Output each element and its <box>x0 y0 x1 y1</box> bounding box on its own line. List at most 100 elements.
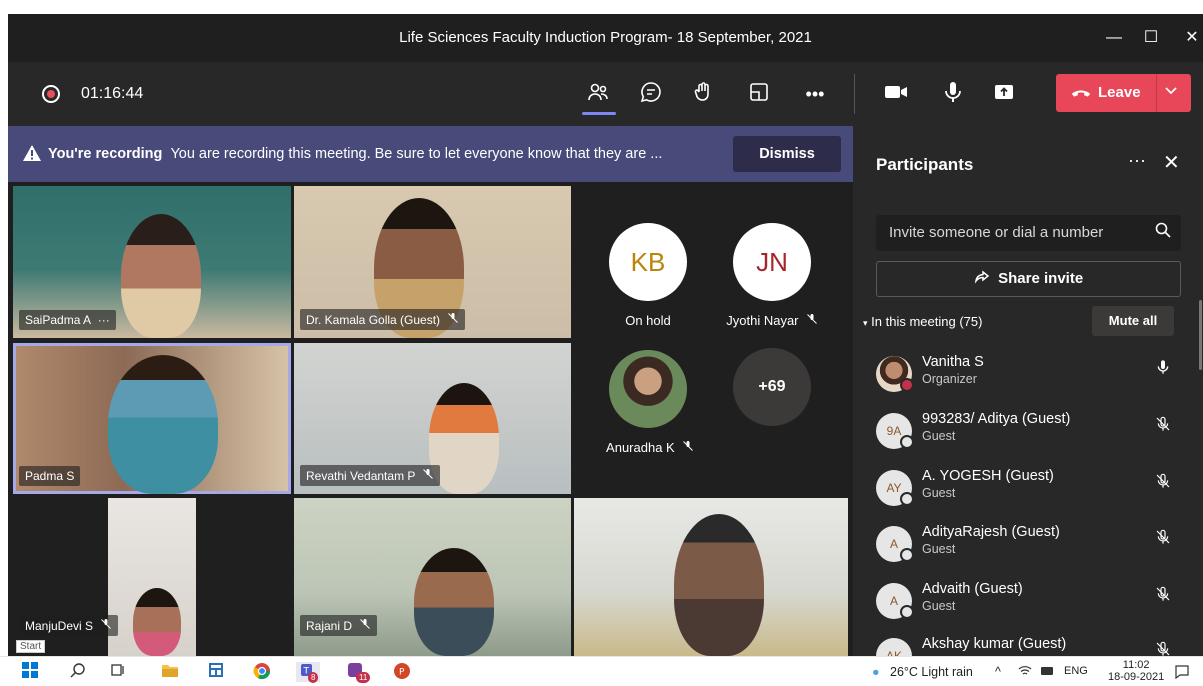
recording-banner: You're recording You are recording this … <box>8 126 853 182</box>
chevron-down-icon[interactable] <box>1164 83 1178 100</box>
participant-role: Guest <box>922 599 956 613</box>
status-icon <box>900 435 914 449</box>
chrome-icon[interactable] <box>252 662 272 682</box>
participant-name: AdityaRajesh (Guest) <box>922 524 1060 540</box>
weather-icon: ● <box>872 665 880 679</box>
mic-muted-icon <box>1155 415 1171 438</box>
keyboard-icon[interactable] <box>1040 665 1054 679</box>
raise-hand-icon[interactable] <box>690 80 718 108</box>
recording-message: You're recording You are recording this … <box>48 146 662 162</box>
language-indicator[interactable]: ENG <box>1064 665 1088 677</box>
breakout-rooms-icon[interactable] <box>745 80 773 108</box>
avatar[interactable]: JN <box>733 223 811 301</box>
windows-start-icon[interactable] <box>20 662 40 682</box>
leave-label: Leave <box>1098 84 1141 101</box>
mic-muted-icon <box>1155 528 1171 551</box>
participant-name: Advaith (Guest) <box>922 581 1023 597</box>
status-icon <box>900 492 914 506</box>
tile-name: Rajani D <box>300 615 377 636</box>
leave-button[interactable]: Leave <box>1056 74 1191 112</box>
mute-all-button[interactable]: Mute all <box>1092 306 1174 336</box>
teams-icon[interactable]: T 8 <box>296 662 320 683</box>
clock[interactable]: 11:02 18-09-2021 <box>1108 659 1164 683</box>
tray-chevron-up-icon[interactable]: ^ <box>995 665 1001 679</box>
status-icon <box>900 605 914 619</box>
share-invite-label: Share invite <box>998 270 1084 287</box>
avatar[interactable]: KB <box>609 223 687 301</box>
chat-icon[interactable] <box>637 80 665 108</box>
maximize-button[interactable]: ☐ <box>1137 24 1165 52</box>
minimize-button[interactable]: — <box>1100 24 1128 52</box>
participant-row[interactable]: AK Akshay kumar (Guest) <box>853 630 1193 656</box>
participants-icon[interactable] <box>584 80 612 108</box>
participant-row[interactable]: A Advaith (Guest) Guest <box>853 575 1193 631</box>
powerpoint-icon[interactable]: P <box>392 662 412 682</box>
video-tile-active-speaker[interactable]: Padma S <box>13 343 291 494</box>
share-tray-icon[interactable] <box>990 80 1018 108</box>
participant-face <box>133 588 181 656</box>
microphone-icon[interactable] <box>939 80 967 108</box>
search-icon[interactable] <box>68 662 88 682</box>
more-options-button[interactable]: ••• <box>801 80 829 108</box>
status-icon <box>900 378 914 392</box>
weather-text[interactable]: 26°C Light rain <box>890 665 973 679</box>
dismiss-button[interactable]: Dismiss <box>733 136 841 172</box>
task-view-icon[interactable] <box>108 662 128 682</box>
video-tile[interactable]: ManjuDevi S <box>13 498 291 656</box>
participant-video <box>414 548 494 656</box>
panel-title: Participants <box>876 155 974 174</box>
participant-role: Guest <box>922 542 956 556</box>
status-icon <box>900 548 914 562</box>
windows-taskbar: T 8 11 P ● 26°C Light rain ^ ENG 11:02 1… <box>0 656 1203 686</box>
participant-role: Guest <box>922 486 956 500</box>
tile-name: ManjuDevi S <box>19 615 118 636</box>
camera-icon[interactable] <box>882 80 910 108</box>
panel-more-button[interactable]: ··· <box>1128 150 1146 171</box>
close-window-button[interactable]: ✕ <box>1178 24 1203 52</box>
participant-row[interactable]: Vanitha S Organizer <box>853 348 1193 404</box>
active-tab-indicator <box>582 112 616 115</box>
clock-date: 18-09-2021 <box>1108 671 1165 683</box>
hang-up-icon <box>1070 82 1092 109</box>
wifi-icon[interactable] <box>1018 665 1032 680</box>
video-tile[interactable]: Revathi Vedantam P <box>294 343 571 494</box>
tile-name: SaiPadma A ··· <box>19 310 116 330</box>
participant-name: Akshay kumar (Guest) <box>922 636 1067 652</box>
video-tile[interactable]: Dr. Kamala Golla (Guest) <box>294 186 571 338</box>
participant-row[interactable]: AY A. YOGESH (Guest) Guest <box>853 462 1193 518</box>
panel-scrollbar[interactable] <box>1199 300 1202 370</box>
video-tile[interactable]: SaiPadma A ··· <box>13 186 291 338</box>
mic-muted-icon <box>359 619 370 629</box>
overflow-participants-button[interactable]: +69 <box>733 348 811 426</box>
recording-indicator-icon <box>42 85 60 103</box>
in-meeting-section-header[interactable]: ▾ In this meeting (75) <box>863 314 982 329</box>
microphone-icon <box>1155 358 1171 381</box>
window-title: Life Sciences Faculty Induction Program-… <box>399 29 812 46</box>
mic-muted-icon <box>806 314 817 324</box>
mic-muted-icon <box>683 441 693 451</box>
clock-time: 11:02 <box>1122 659 1150 671</box>
app-icon[interactable]: 11 <box>346 662 371 683</box>
participant-row[interactable]: 9A 993283/ Aditya (Guest) Guest <box>853 405 1193 461</box>
video-tile[interactable]: Rajani D <box>294 498 571 656</box>
chevron-down-icon: ▾ <box>863 318 868 328</box>
file-explorer-icon[interactable] <box>160 662 180 682</box>
avatar-label: Anuradha K <box>600 440 700 455</box>
avatar-photo[interactable] <box>609 350 687 428</box>
participant-name: Vanitha S <box>922 354 984 370</box>
teams-badge: 8 <box>308 672 319 683</box>
notifications-icon[interactable] <box>1175 665 1189 682</box>
toolbar-divider <box>854 74 855 114</box>
meeting-toolbar: 01:16:44 ••• Leave <box>8 62 1203 126</box>
share-invite-button[interactable]: Share invite <box>876 261 1181 297</box>
meeting-timer: 01:16:44 <box>81 85 144 102</box>
invite-search-input[interactable]: Invite someone or dial a number <box>876 215 1181 251</box>
panel-close-button[interactable]: ✕ <box>1163 150 1180 175</box>
avatar-label: On hold <box>625 313 671 328</box>
calculator-icon[interactable] <box>206 662 226 682</box>
participant-row[interactable]: A AdityaRajesh (Guest) Guest <box>853 518 1193 574</box>
svg-text:P: P <box>399 668 405 678</box>
avatar-initials: KB <box>630 247 666 277</box>
search-icon[interactable] <box>1155 222 1171 243</box>
video-tile[interactable] <box>574 498 848 656</box>
